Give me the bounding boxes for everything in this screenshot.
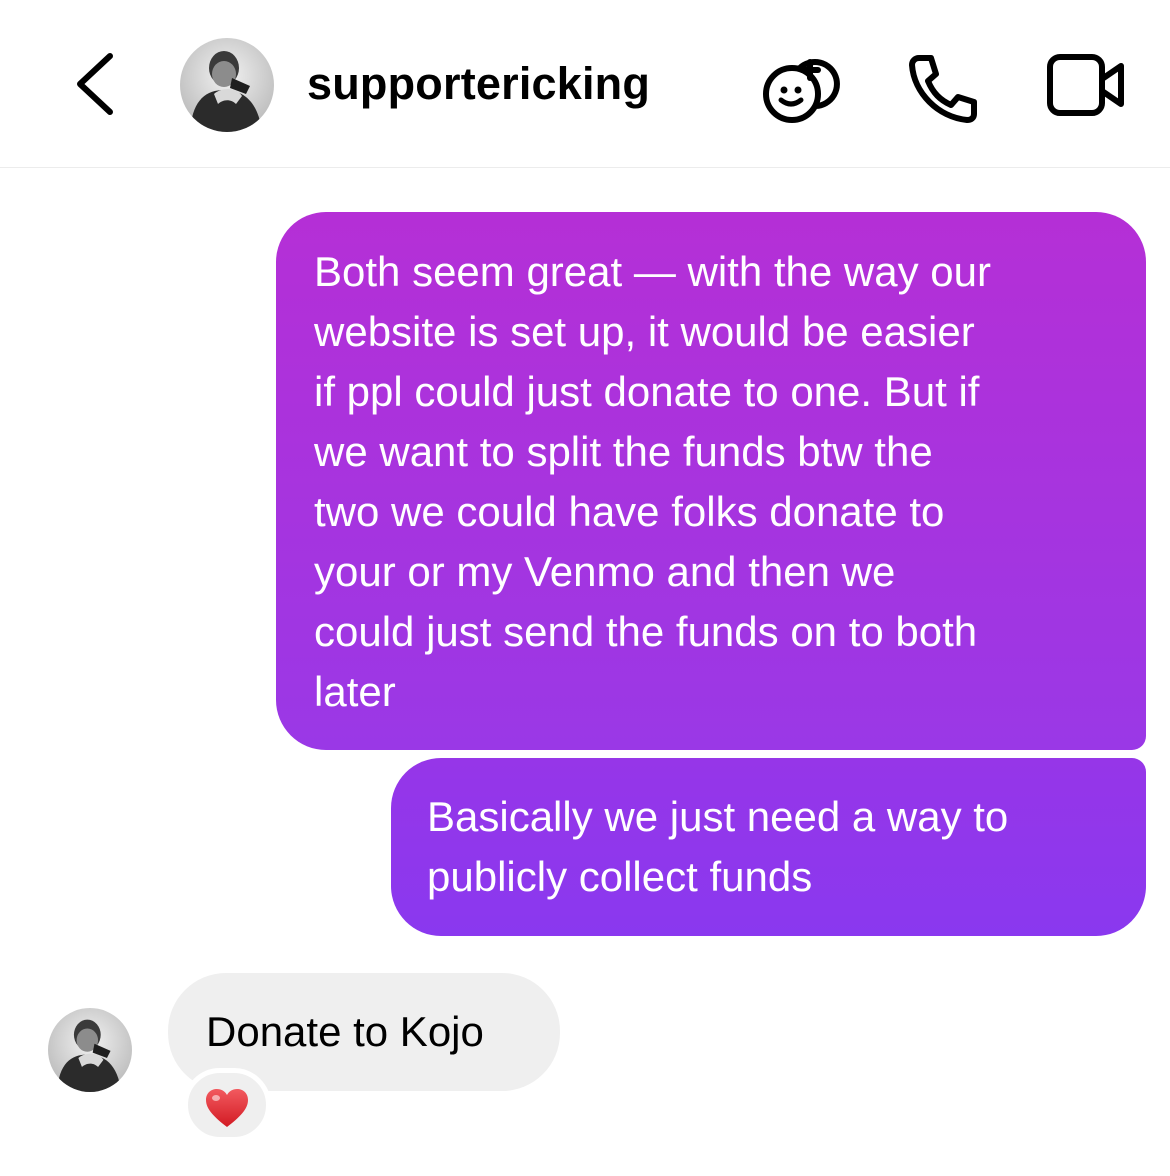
message-text-line: publicly collect funds (427, 853, 813, 900)
message-text-line: two we could have folks donate to (314, 488, 945, 535)
audio-call-button[interactable] (905, 50, 981, 126)
outgoing-message[interactable]: Basically we just need a way to publicly… (391, 758, 1146, 936)
message-text: Donate to Kojo (206, 1008, 484, 1055)
message-text-line: we want to split the funds btw the (314, 428, 933, 475)
chat-header: supportericking (0, 0, 1170, 168)
message-text-line: Basically we just need a way to (427, 793, 1009, 840)
message-text-line: website is set up, it would be easier (314, 308, 975, 355)
outgoing-message[interactable]: Both seem great — with the way our websi… (276, 212, 1146, 750)
sender-avatar[interactable] (48, 1008, 132, 1092)
video-camera-icon (1047, 54, 1124, 116)
chevron-left-icon (77, 53, 113, 115)
back-button[interactable] (70, 48, 122, 120)
dm-thread: supportericking Both seem great — with t… (0, 0, 1170, 1176)
avatar[interactable] (180, 38, 274, 132)
profile-photo (48, 1008, 132, 1092)
message-text-line: later (314, 668, 396, 715)
message-text-line: your or my Venmo and then we (314, 548, 896, 595)
red-heart-icon (206, 1089, 248, 1127)
message-text-line: Both seem great — with the way our (314, 248, 991, 295)
video-call-button[interactable] (1045, 52, 1127, 118)
message-text-line: if ppl could just donate to one. But if (314, 368, 980, 415)
message-text-line: could just send the funds on to both (314, 608, 978, 655)
effects-button[interactable] (760, 44, 842, 126)
profile-photo (180, 38, 274, 132)
message-reaction[interactable] (183, 1068, 271, 1142)
chat-username[interactable]: supportericking (307, 56, 650, 112)
phone-icon (909, 55, 977, 123)
effects-sticker-icon (763, 59, 840, 123)
